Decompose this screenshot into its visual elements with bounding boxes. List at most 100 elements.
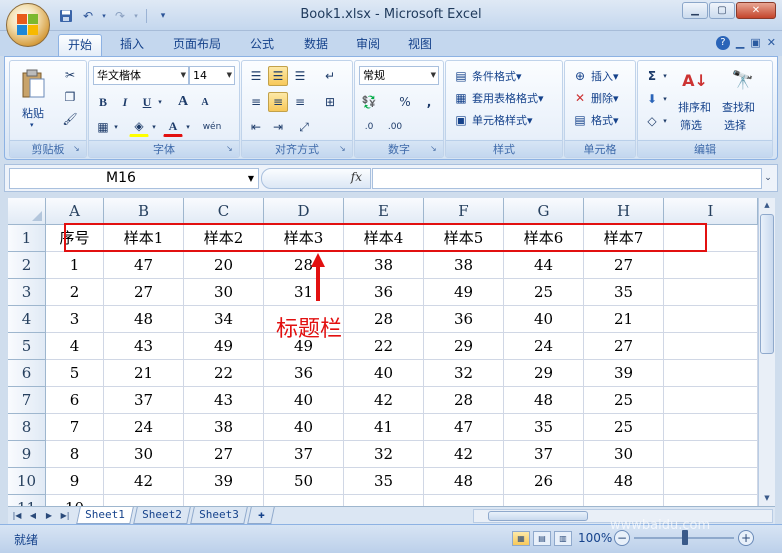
- cell-c2[interactable]: 20: [184, 252, 264, 279]
- column-header-e[interactable]: E: [344, 198, 424, 225]
- ribbon-close-icon[interactable]: ✕: [767, 36, 776, 50]
- zoom-level[interactable]: 100%: [578, 531, 612, 545]
- align-center-icon[interactable]: ≡: [268, 92, 288, 112]
- cell-a9[interactable]: 8: [46, 441, 104, 468]
- paste-dropdown-icon[interactable]: ▾: [30, 121, 34, 129]
- row-header-5[interactable]: 5: [8, 333, 46, 360]
- clear-dropdown-icon[interactable]: ▾: [660, 111, 670, 131]
- cell-i11[interactable]: [664, 495, 758, 506]
- font-size-combo[interactable]: 14 ▼: [189, 66, 235, 85]
- cell-i4[interactable]: [664, 306, 758, 333]
- cell-i9[interactable]: [664, 441, 758, 468]
- cell-f5[interactable]: 29: [424, 333, 504, 360]
- insert-function-button[interactable]: fx: [351, 170, 362, 184]
- expand-formula-bar-icon[interactable]: ⌄: [761, 168, 775, 189]
- column-header-g[interactable]: G: [504, 198, 584, 225]
- wrap-text-icon[interactable]: ↵: [320, 66, 340, 86]
- bold-button[interactable]: B: [93, 92, 113, 112]
- cell-g8[interactable]: 35: [504, 414, 584, 441]
- cell-d3[interactable]: 31: [264, 279, 344, 306]
- cell-g6[interactable]: 29: [504, 360, 584, 387]
- cell-i2[interactable]: [664, 252, 758, 279]
- phonetic-guide-button[interactable]: wén: [197, 117, 227, 137]
- next-sheet-icon[interactable]: ▶: [42, 508, 56, 523]
- cell-d7[interactable]: 40: [264, 387, 344, 414]
- tab-data[interactable]: 数据: [294, 34, 338, 56]
- increase-decimal-icon[interactable]: .0: [359, 117, 379, 137]
- align-right-icon[interactable]: ≡: [290, 92, 310, 112]
- cell-f1[interactable]: 样本5: [424, 225, 504, 252]
- cell-b2[interactable]: 47: [104, 252, 184, 279]
- cell-g3[interactable]: 25: [504, 279, 584, 306]
- row-header-1[interactable]: 1: [8, 225, 46, 252]
- cell-i5[interactable]: [664, 333, 758, 360]
- maximize-button[interactable]: ▢: [709, 2, 735, 19]
- cell-d11[interactable]: [264, 495, 344, 506]
- cell-d9[interactable]: 37: [264, 441, 344, 468]
- cell-g7[interactable]: 48: [504, 387, 584, 414]
- cell-a5[interactable]: 4: [46, 333, 104, 360]
- font-color-button[interactable]: A: [163, 117, 183, 137]
- underline-button[interactable]: U: [137, 92, 157, 112]
- row-header-6[interactable]: 6: [8, 360, 46, 387]
- horizontal-scroll-thumb[interactable]: [488, 511, 588, 521]
- italic-button[interactable]: I: [115, 92, 135, 112]
- merge-center-icon[interactable]: ⊞: [320, 92, 340, 112]
- format-cells-button[interactable]: ▤ 格式 ▾: [571, 111, 618, 129]
- cell-e2[interactable]: 38: [344, 252, 424, 279]
- sheet-tab-sheet2[interactable]: Sheet2: [133, 507, 191, 524]
- find-select-label-1[interactable]: 查找和: [722, 99, 755, 115]
- shrink-font-button[interactable]: A: [195, 92, 215, 112]
- column-header-d[interactable]: D: [264, 198, 344, 225]
- cell-b8[interactable]: 24: [104, 414, 184, 441]
- row-header-8[interactable]: 8: [8, 414, 46, 441]
- format-painter-icon[interactable]: 🖌: [60, 109, 80, 129]
- decrease-indent-icon[interactable]: ⇤: [246, 117, 266, 137]
- cell-h11[interactable]: [584, 495, 664, 506]
- cell-e4[interactable]: 28: [344, 306, 424, 333]
- grow-font-button[interactable]: A: [173, 92, 193, 112]
- cell-a6[interactable]: 5: [46, 360, 104, 387]
- copy-icon[interactable]: ❐: [60, 87, 80, 107]
- align-middle-icon[interactable]: ☰: [268, 66, 288, 86]
- column-header-i[interactable]: I: [664, 198, 758, 225]
- formula-input[interactable]: [372, 168, 762, 189]
- cell-c11[interactable]: [184, 495, 264, 506]
- cell-b9[interactable]: 30: [104, 441, 184, 468]
- cell-e9[interactable]: 32: [344, 441, 424, 468]
- cell-f9[interactable]: 42: [424, 441, 504, 468]
- cell-d8[interactable]: 40: [264, 414, 344, 441]
- column-header-c[interactable]: C: [184, 198, 264, 225]
- font-name-dropdown-icon[interactable]: ▼: [181, 67, 186, 84]
- cell-g5[interactable]: 24: [504, 333, 584, 360]
- row-header-3[interactable]: 3: [8, 279, 46, 306]
- select-all-button[interactable]: [8, 198, 46, 225]
- cell-b3[interactable]: 27: [104, 279, 184, 306]
- cell-e8[interactable]: 41: [344, 414, 424, 441]
- normal-view-icon[interactable]: ▦: [512, 531, 530, 546]
- cell-d2[interactable]: 28: [264, 252, 344, 279]
- cell-a8[interactable]: 7: [46, 414, 104, 441]
- align-left-icon[interactable]: ≡: [246, 92, 266, 112]
- font-name-combo[interactable]: 华文楷体 ▼: [93, 66, 189, 85]
- insert-cells-button[interactable]: ⊕ 插入 ▾: [571, 67, 619, 85]
- cell-h6[interactable]: 39: [584, 360, 664, 387]
- fill-icon[interactable]: ⬇: [642, 89, 662, 109]
- cell-f3[interactable]: 49: [424, 279, 504, 306]
- number-format-combo[interactable]: 常规 ▼: [359, 66, 439, 85]
- prev-sheet-icon[interactable]: ◀: [26, 508, 40, 523]
- cell-c3[interactable]: 30: [184, 279, 264, 306]
- cell-h4[interactable]: 21: [584, 306, 664, 333]
- tab-review[interactable]: 审阅: [346, 34, 390, 56]
- row-header-10[interactable]: 10: [8, 468, 46, 495]
- cell-g9[interactable]: 37: [504, 441, 584, 468]
- font-size-dropdown-icon[interactable]: ▼: [227, 67, 232, 84]
- cell-b10[interactable]: 42: [104, 468, 184, 495]
- cell-b6[interactable]: 21: [104, 360, 184, 387]
- cell-c5[interactable]: 49: [184, 333, 264, 360]
- name-box[interactable]: M16 ▼: [9, 168, 259, 189]
- cell-b1[interactable]: 样本1: [104, 225, 184, 252]
- close-button[interactable]: ✕: [736, 2, 776, 19]
- cell-c7[interactable]: 43: [184, 387, 264, 414]
- cell-c6[interactable]: 22: [184, 360, 264, 387]
